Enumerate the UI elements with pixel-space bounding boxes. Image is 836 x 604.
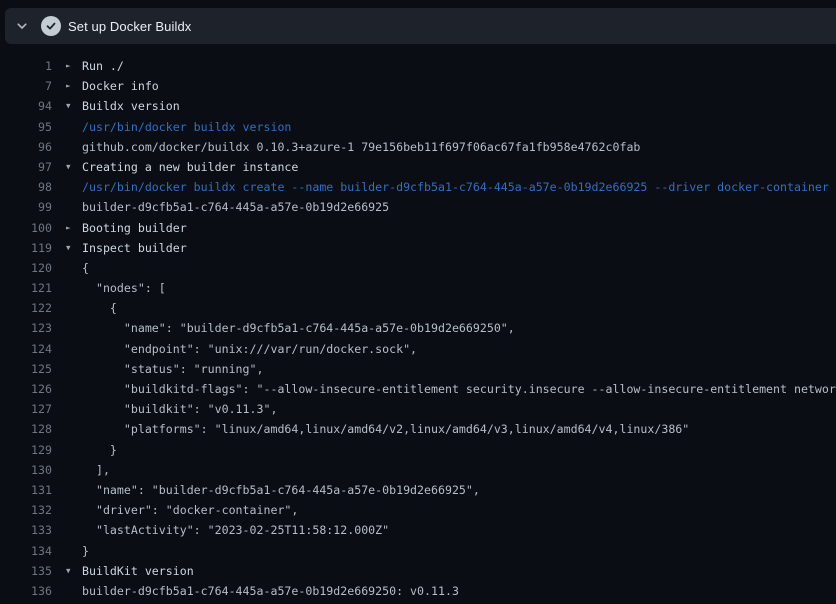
group-title: BuildKit version (82, 561, 836, 581)
line-number[interactable]: 1 (0, 56, 52, 76)
log-group-row[interactable]: 135 ▼BuildKit version (0, 561, 836, 581)
command-text: /usr/bin/docker buildx version (82, 117, 836, 137)
log-row: 121 "nodes": [ (0, 278, 836, 298)
line-number[interactable]: 127 (0, 399, 52, 419)
log-row: 134} (0, 541, 836, 561)
output-text: { (82, 258, 836, 278)
output-text: "driver": "docker-container", (82, 500, 836, 520)
line-number[interactable]: 132 (0, 500, 52, 520)
group-title: Creating a new builder instance (82, 157, 836, 177)
line-number[interactable]: 98 (0, 177, 52, 197)
line-number[interactable]: 125 (0, 359, 52, 379)
line-number[interactable]: 7 (0, 76, 52, 96)
log-row: 136 builder-d9cfb5a1-c764-445a-a57e-0b19d… (0, 581, 836, 601)
output-text: "buildkit": "v0.11.3", (82, 399, 836, 419)
line-number[interactable]: 120 (0, 258, 52, 278)
group-title: Inspect builder (82, 238, 836, 258)
line-number[interactable]: 96 (0, 137, 52, 157)
line-number[interactable]: 94 (0, 96, 52, 116)
line-number[interactable]: 124 (0, 339, 52, 359)
line-number[interactable]: 135 (0, 561, 52, 581)
log-row: 126 "buildkitd-flags": "--allow-insecure… (0, 379, 836, 399)
line-number[interactable]: 99 (0, 197, 52, 217)
log-row: 129 } (0, 440, 836, 460)
line-number[interactable]: 123 (0, 318, 52, 338)
triangle-right-icon[interactable]: ► (66, 56, 82, 76)
output-text: } (82, 440, 836, 460)
log-group-row[interactable]: 97 ▼Creating a new builder instance (0, 157, 836, 177)
group-title: Buildx version (82, 96, 836, 116)
step-header[interactable]: Set up Docker Buildx (5, 8, 836, 44)
output-text: builder-d9cfb5a1-c764-445a-a57e-0b19d2e6… (82, 581, 836, 601)
line-number[interactable]: 119 (0, 238, 52, 258)
log-group-row[interactable]: 94 ▼Buildx version (0, 96, 836, 116)
log-row: 132 "driver": "docker-container", (0, 500, 836, 520)
log-group-row[interactable]: 100 ►Booting builder (0, 218, 836, 238)
log-group-row[interactable]: 1 ►Run ./ (0, 56, 836, 76)
line-number[interactable]: 100 (0, 218, 52, 238)
triangle-down-icon[interactable]: ▼ (66, 96, 82, 116)
line-number[interactable]: 95 (0, 117, 52, 137)
group-title: Run ./ (82, 56, 836, 76)
log-row: 133 "lastActivity": "2023-02-25T11:58:12… (0, 520, 836, 540)
log-row: 124 "endpoint": "unix:///var/run/docker.… (0, 339, 836, 359)
line-number[interactable]: 128 (0, 419, 52, 439)
line-number[interactable]: 97 (0, 157, 52, 177)
command-text: /usr/bin/docker buildx create --name bui… (82, 177, 836, 197)
log-row: 98/usr/bin/docker buildx create --name b… (0, 177, 836, 197)
check-circle-icon (41, 16, 61, 36)
line-number[interactable]: 131 (0, 480, 52, 500)
output-text: "status": "running", (82, 359, 836, 379)
triangle-right-icon[interactable]: ► (66, 76, 82, 96)
output-text: "name": "builder-d9cfb5a1-c764-445a-a57e… (82, 318, 836, 338)
line-number[interactable]: 122 (0, 298, 52, 318)
line-number[interactable]: 129 (0, 440, 52, 460)
output-text: "name": "builder-d9cfb5a1-c764-445a-a57e… (82, 480, 836, 500)
log-row: 131 "name": "builder-d9cfb5a1-c764-445a-… (0, 480, 836, 500)
triangle-down-icon[interactable]: ▼ (66, 561, 82, 581)
line-number[interactable]: 126 (0, 379, 52, 399)
output-text: builder-d9cfb5a1-c764-445a-a57e-0b19d2e6… (82, 197, 836, 217)
output-text: ], (82, 460, 836, 480)
output-text: "platforms": "linux/amd64,linux/amd64/v2… (82, 419, 836, 439)
output-text: "buildkitd-flags": "--allow-insecure-ent… (82, 379, 836, 399)
log-row: 99 builder-d9cfb5a1-c764-445a-a57e-0b19d2… (0, 197, 836, 217)
log-row: 130 ], (0, 460, 836, 480)
output-text: "endpoint": "unix:///var/run/docker.sock… (82, 339, 836, 359)
log-lines: 1►Run ./7►Docker info94▼Buildx version95… (0, 56, 836, 601)
group-title: Docker info (82, 76, 836, 96)
output-text: github.com/docker/buildx 0.10.3+azure-1 … (82, 137, 836, 157)
log-row: 128 "platforms": "linux/amd64,linux/amd6… (0, 419, 836, 439)
log-row: 95/usr/bin/docker buildx version (0, 117, 836, 137)
step-title: Set up Docker Buildx (68, 19, 191, 34)
log-row: 125 "status": "running", (0, 359, 836, 379)
log-row: 122 { (0, 298, 836, 318)
log-group-row[interactable]: 7 ►Docker info (0, 76, 836, 96)
line-number[interactable]: 134 (0, 541, 52, 561)
log-row: 120 { (0, 258, 836, 278)
output-text: { (82, 298, 836, 318)
log-row: 127 "buildkit": "v0.11.3", (0, 399, 836, 419)
output-text: "lastActivity": "2023-02-25T11:58:12.000… (82, 520, 836, 540)
log-row: 123 "name": "builder-d9cfb5a1-c764-445a-… (0, 318, 836, 338)
group-title: Booting builder (82, 218, 836, 238)
line-number[interactable]: 133 (0, 520, 52, 540)
output-text: "nodes": [ (82, 278, 836, 298)
log-group-row[interactable]: 119 ▼Inspect builder (0, 238, 836, 258)
output-text: } (82, 541, 836, 561)
line-number[interactable]: 130 (0, 460, 52, 480)
chevron-down-icon[interactable] (14, 18, 30, 34)
triangle-right-icon[interactable]: ► (66, 218, 82, 238)
triangle-down-icon[interactable]: ▼ (66, 238, 82, 258)
triangle-down-icon[interactable]: ▼ (66, 157, 82, 177)
log-row: 96 github.com/docker/buildx 0.10.3+azure-… (0, 137, 836, 157)
line-number[interactable]: 136 (0, 581, 52, 601)
line-number[interactable]: 121 (0, 278, 52, 298)
